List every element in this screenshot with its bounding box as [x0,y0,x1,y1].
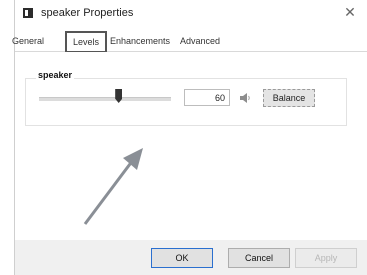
apply-button[interactable]: Apply [295,248,357,268]
ok-button[interactable]: OK [151,248,213,268]
group-label: speaker [36,70,75,80]
speaker-properties-window: speaker Properties ✕ General Levels Enha… [12,0,367,275]
speaker-level-group: speaker 60 Balance [25,70,347,126]
tab-general[interactable]: General [12,36,44,46]
window-title: speaker Properties [41,7,134,19]
balance-button[interactable]: Balance [263,89,315,107]
volume-value-field[interactable]: 60 [184,89,230,106]
dialog-button-bar: OK Cancel Apply [15,240,367,275]
levels-panel: speaker 60 Balance [15,52,355,240]
title-bar: speaker Properties ✕ [15,0,367,26]
tab-enhancements[interactable]: Enhancements [110,36,170,46]
tab-advanced[interactable]: Advanced [180,36,220,46]
close-button[interactable]: ✕ [342,4,358,20]
speaker-device-icon [23,8,33,18]
speaker-icon[interactable] [238,91,252,105]
tab-strip: General Levels Enhancements Advanced [12,31,367,53]
annotation-arrow [83,148,143,225]
volume-slider-track[interactable] [39,97,171,101]
close-icon: ✕ [344,4,356,20]
cancel-button[interactable]: Cancel [228,248,290,268]
tab-levels[interactable]: Levels [65,31,107,53]
